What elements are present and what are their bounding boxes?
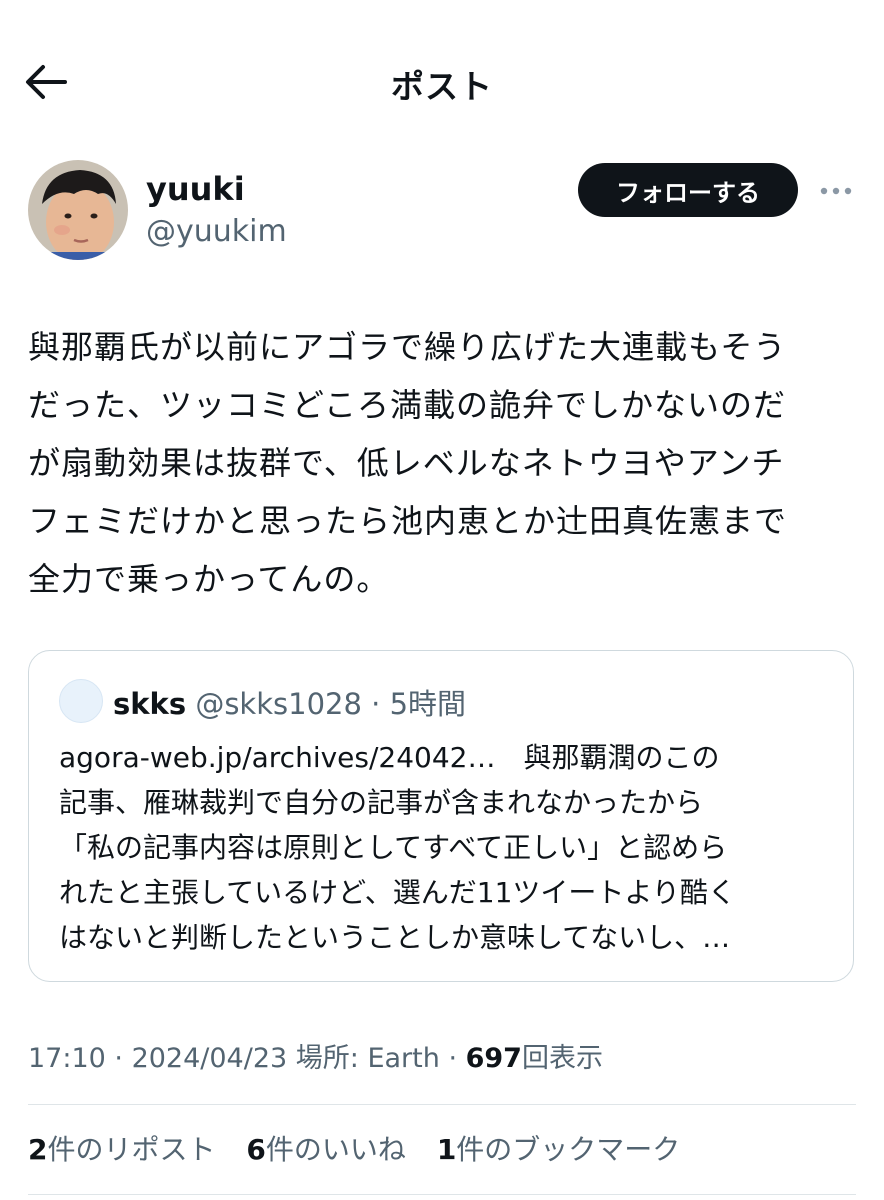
avatar[interactable] bbox=[28, 160, 128, 260]
author-handle[interactable]: @yuukim bbox=[146, 214, 287, 249]
quoted-separator: · bbox=[371, 687, 381, 721]
quoted-post-card[interactable]: skks @skks1028 · 5時間 agora-web.jp/archiv… bbox=[28, 650, 854, 982]
likes-label: 件のいいね bbox=[265, 1133, 406, 1166]
quoted-time: 5時間 bbox=[389, 687, 467, 721]
bookmarks-count: 1 bbox=[436, 1133, 457, 1166]
quoted-avatar[interactable] bbox=[59, 679, 103, 723]
post-text-line: だった、ツッコミどころ満載の詭弁でしかないのだ bbox=[28, 386, 787, 424]
bookmarks-stat[interactable]: 1件のブックマーク bbox=[437, 1128, 681, 1168]
likes-stat[interactable]: 6件のいいね bbox=[246, 1128, 406, 1168]
quoted-text-line: れたと主張しているけど、選んだ11ツイートより酷く bbox=[59, 876, 736, 909]
meta-separator: · bbox=[439, 1043, 466, 1074]
reposts-label: 件のリポスト bbox=[47, 1133, 216, 1166]
views-label: 回表示 bbox=[521, 1043, 603, 1074]
reposts-count: 2 bbox=[28, 1133, 48, 1166]
reposts-stat[interactable]: 2件のリポスト bbox=[28, 1128, 216, 1168]
post-metadata: 17:10 · 2024/04/23 場所: Earth · 697回表示 bbox=[28, 1036, 603, 1075]
post-time[interactable]: 17:10 bbox=[28, 1043, 106, 1074]
quoted-post-text: agora-web.jp/archives/24042… 與那覇潤のこの 記事、… bbox=[59, 735, 839, 960]
more-horizontal-icon bbox=[820, 187, 852, 195]
engagement-stats: 2件のリポスト 6件のいいね 1件のブックマーク bbox=[28, 1128, 702, 1168]
post-text-line: 與那覇氏が以前にアゴラで繰り広げた大連載もそう bbox=[28, 328, 787, 366]
page-title: ポスト bbox=[391, 67, 493, 106]
post-text-line: が扇動効果は抜群で、低レベルなネトウヨやアンチ bbox=[28, 444, 785, 482]
quoted-text-line: はないと判断したということしか意味してないし、… bbox=[59, 921, 731, 954]
more-options-button[interactable] bbox=[816, 174, 856, 208]
views-count: 697 bbox=[465, 1043, 522, 1074]
top-bar: ポスト bbox=[0, 40, 884, 126]
quoted-text-line: agora-web.jp/archives/24042… 與那覇潤のこの bbox=[59, 741, 720, 774]
post-author: yuuki @yuukim フォローする bbox=[28, 160, 858, 264]
bookmarks-label: 件のブックマーク bbox=[456, 1133, 681, 1166]
post-date[interactable]: 2024/04/23 bbox=[132, 1043, 288, 1074]
quoted-text-line: 「私の記事内容は原則としてすべて正しい」と認めら bbox=[59, 831, 728, 864]
post-location: 場所: Earth bbox=[287, 1043, 440, 1074]
post-text-line: フェミだけかと思ったら池内恵とか辻田真佐憲まで bbox=[28, 502, 788, 540]
likes-count: 6 bbox=[246, 1133, 266, 1166]
divider bbox=[28, 1104, 856, 1105]
post-text-line: 全力で乗っかってんの。 bbox=[28, 560, 390, 598]
follow-button[interactable]: フォローする bbox=[578, 163, 798, 217]
quoted-author-handle: @skks1028 bbox=[195, 687, 362, 721]
quoted-post-header: skks @skks1028 · 5時間 bbox=[113, 681, 466, 723]
quoted-author-name: skks bbox=[113, 687, 187, 721]
post-text: 與那覇氏が以前にアゴラで繰り広げた大連載もそう だった、ツッコミどころ満載の詭弁… bbox=[28, 318, 860, 608]
divider bbox=[28, 1194, 856, 1195]
meta-separator: · bbox=[105, 1043, 132, 1074]
quoted-text-line: 記事、雁琳裁判で自分の記事が含まれなかったから bbox=[59, 786, 704, 819]
author-name[interactable]: yuuki bbox=[146, 170, 245, 208]
